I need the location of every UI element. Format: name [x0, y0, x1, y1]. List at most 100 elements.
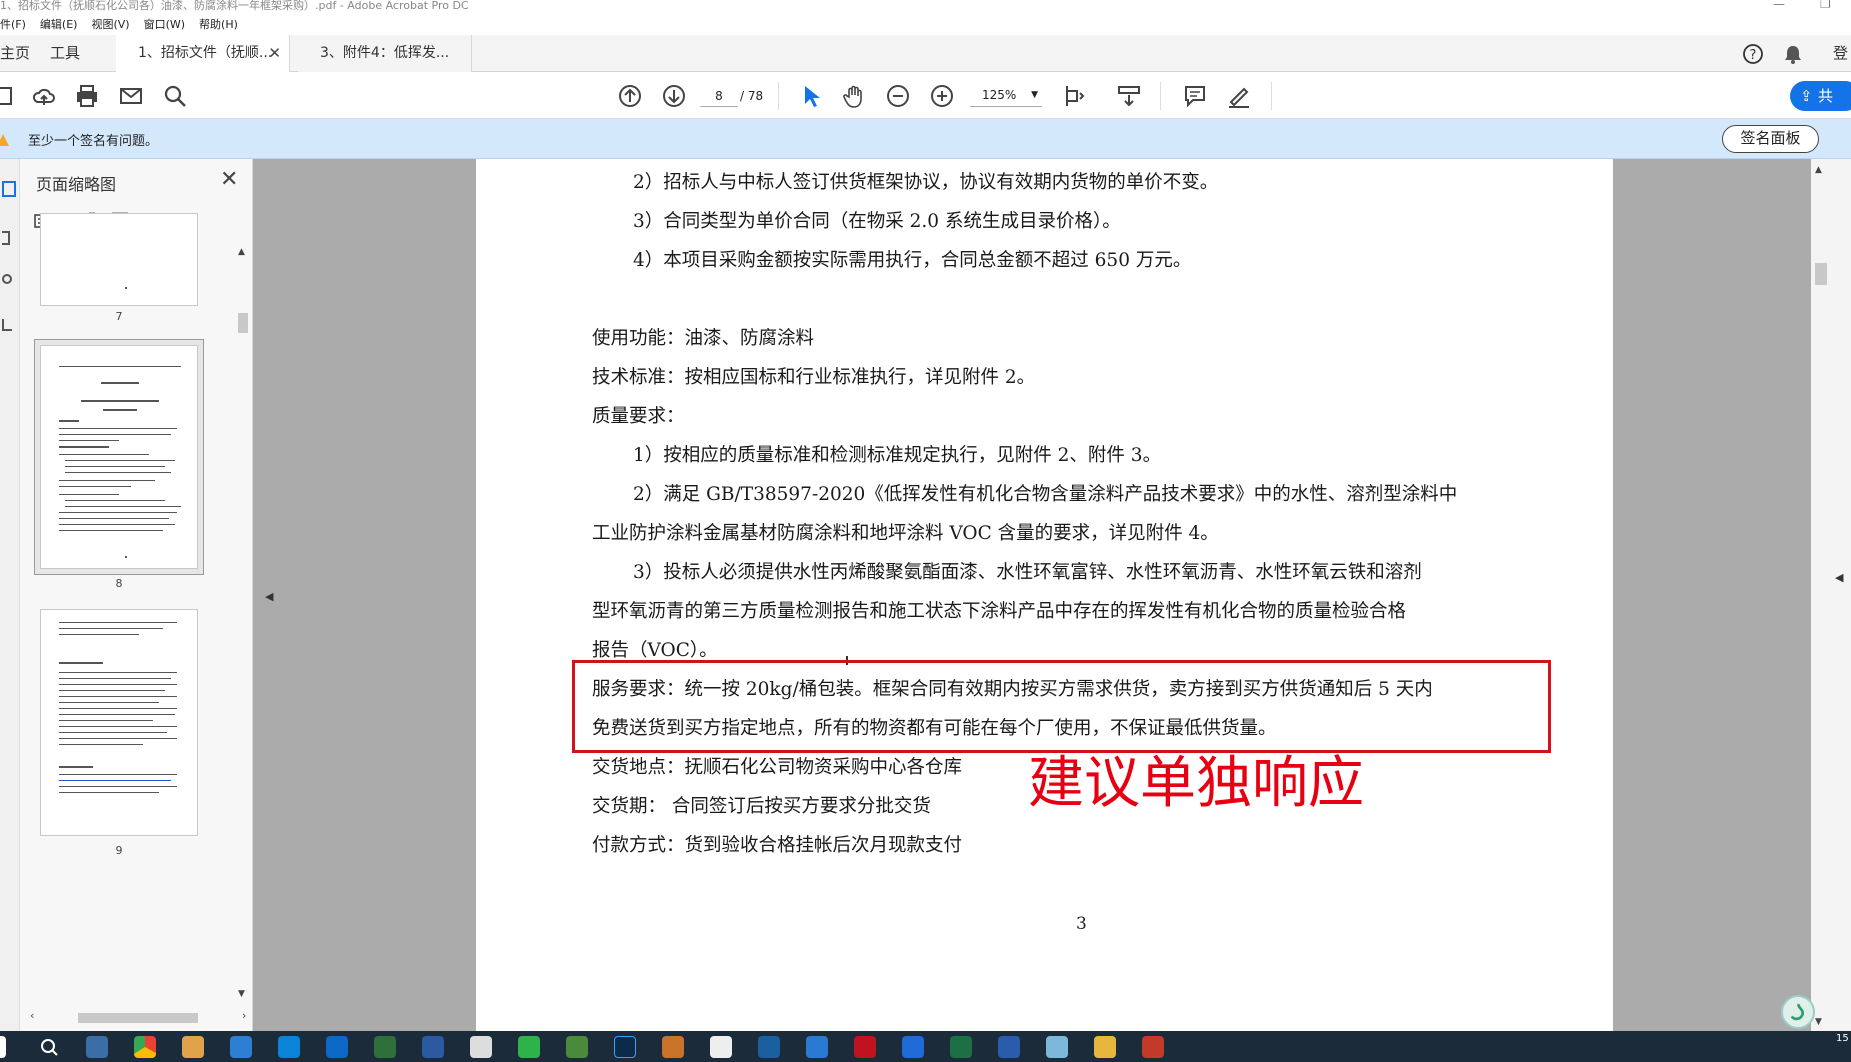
tab-document-2[interactable]: 3、附件4：低挥发... — [298, 35, 472, 72]
svg-text:?: ? — [1750, 48, 1757, 63]
word-icon[interactable] — [998, 1036, 1020, 1058]
toolbar-divider — [778, 82, 779, 110]
minimize-button[interactable]: — — [1773, 0, 1785, 10]
app-icon[interactable] — [422, 1036, 444, 1058]
select-cursor-icon[interactable] — [797, 83, 823, 109]
scroll-up-icon[interactable]: ▲ — [1815, 165, 1822, 175]
menu-window[interactable]: 窗口(W) — [144, 15, 185, 35]
photoshop-icon[interactable] — [614, 1036, 636, 1058]
expand-panel-icon[interactable]: ◀ — [1835, 571, 1843, 584]
print-icon[interactable] — [74, 83, 100, 109]
app-icon[interactable] — [566, 1036, 588, 1058]
signature-icon[interactable] — [2, 319, 12, 331]
doc-line: 1）按相应的质量标准和检测标准规定执行，见附件 2、附件 3。 — [633, 445, 1162, 466]
scroll-up-icon[interactable]: ▲ — [238, 247, 245, 257]
scrollbar-thumb[interactable] — [238, 313, 248, 333]
zoom-in-icon[interactable] — [929, 83, 955, 109]
start-icon[interactable] — [0, 1036, 6, 1058]
scrollbar-thumb[interactable] — [78, 1013, 198, 1023]
app-icon[interactable] — [806, 1036, 828, 1058]
menu-edit[interactable]: 编辑(E) — [40, 15, 78, 35]
qq-icon[interactable] — [710, 1036, 732, 1058]
zoom-select[interactable]: 125% ▼ — [970, 85, 1042, 107]
highlight-pen-icon[interactable] — [1226, 83, 1252, 109]
zoom-out-icon[interactable] — [885, 83, 911, 109]
scroll-down-icon[interactable]: ▼ — [238, 989, 245, 999]
signature-panel-button[interactable]: 签名面板 — [1722, 125, 1819, 153]
thumbnail-page-8[interactable] — [40, 345, 198, 569]
tab-bar: 主页 工具 1、招标文件（抚顺... ✕ 3、附件4：低挥发... ? 登 — [0, 35, 1851, 72]
previous-page-icon[interactable] — [617, 83, 643, 109]
scroll-right-icon[interactable]: › — [242, 1009, 246, 1022]
help-icon[interactable]: ? — [1742, 43, 1764, 65]
app-icon[interactable] — [470, 1036, 492, 1058]
assistant-icon[interactable] — [1781, 995, 1815, 1029]
menu-file[interactable]: 件(F) — [0, 15, 26, 35]
app-icon[interactable] — [1142, 1036, 1164, 1058]
bell-icon[interactable] — [1782, 43, 1804, 65]
share-icon: ⇪ — [1800, 87, 1813, 105]
app-icon[interactable] — [230, 1036, 252, 1058]
toolbar: 8 / 78 125% ▼ ⇪ 共 — [0, 72, 1851, 119]
tab-home[interactable]: 主页 — [0, 35, 40, 72]
page-thumbnails-icon[interactable] — [2, 181, 16, 197]
restore-button[interactable]: ❐ — [1820, 0, 1831, 10]
app-icon[interactable] — [326, 1036, 348, 1058]
thumbnail-page-number: 8 — [115, 577, 123, 590]
scroll-left-icon[interactable]: ‹ — [30, 1009, 34, 1022]
thumbnail-scrollbar[interactable]: ▲ ▼ — [236, 247, 250, 1002]
login-button[interactable]: 登 — [1833, 35, 1851, 72]
thumbnail-page-9[interactable] — [40, 609, 198, 836]
scroll-mode-icon[interactable] — [1116, 83, 1142, 109]
hand-tool-icon[interactable] — [841, 83, 867, 109]
zoom-value: 125% — [982, 88, 1017, 102]
document-scrollbar[interactable]: ▲ ◀ ▼ — [1781, 159, 1851, 1031]
thumbnail-page-7[interactable] — [40, 213, 198, 306]
fit-page-icon[interactable] — [1062, 83, 1088, 109]
bookmark-icon[interactable] — [2, 231, 10, 245]
thumbnail-page-number: 9 — [115, 844, 123, 857]
scrollbar-thumb[interactable] — [1815, 263, 1827, 285]
next-page-icon[interactable] — [661, 83, 687, 109]
collapse-panel-icon[interactable]: ◀ — [265, 590, 273, 603]
comment-icon[interactable] — [1182, 83, 1208, 109]
doc-line: 工业防护涂料金属基材防腐涂料和地坪涂料 VOC 含量的要求，详见附件 4。 — [592, 523, 1219, 544]
search-icon[interactable] — [38, 1036, 60, 1058]
doc-line: 2）招标人与中标人签订供货框架协议，协议有效期内货物的单价不变。 — [633, 172, 1219, 193]
window-title: 1、招标文件（抚顺石化公司各）油漆、防腐涂料一年框架采购）.pdf - Adob… — [0, 0, 469, 12]
doc-line: 型环氧沥青的第三方质量检测报告和施工状态下涂料产品中存在的挥发性有机化合物的质量… — [592, 601, 1407, 622]
search-icon[interactable] — [162, 83, 188, 109]
save-icon[interactable] — [0, 83, 16, 109]
menu-help[interactable]: 帮助(H) — [199, 15, 238, 35]
doc-line: 3）投标人必须提供水性丙烯酸聚氨酯面漆、水性环氧富锌、水性环氧沥青、水性环氧云铁… — [633, 562, 1422, 583]
thumbnail-panel-title: 页面缩略图 — [36, 175, 117, 194]
chrome-icon[interactable] — [134, 1036, 156, 1058]
photos-icon[interactable] — [182, 1036, 204, 1058]
acrobat-icon[interactable] — [854, 1036, 876, 1058]
calculator-icon[interactable] — [86, 1036, 108, 1058]
app-icon[interactable] — [1046, 1036, 1068, 1058]
scroll-down-icon[interactable]: ▼ — [1815, 1017, 1822, 1027]
tab-tools[interactable]: 工具 — [50, 35, 110, 72]
wechat-icon[interactable] — [518, 1036, 540, 1058]
app-icon[interactable] — [662, 1036, 684, 1058]
horizontal-scrollbar[interactable]: ‹ › — [30, 1007, 250, 1027]
close-icon[interactable]: ✕ — [220, 167, 238, 192]
app-icon[interactable] — [278, 1036, 300, 1058]
app-icon[interactable] — [758, 1036, 780, 1058]
tab-document-1[interactable]: 1、招标文件（抚顺... ✕ — [116, 35, 290, 72]
tab-close-icon[interactable]: ✕ — [268, 35, 281, 72]
cloud-upload-icon[interactable] — [31, 83, 57, 109]
menu-view[interactable]: 视图(V) — [91, 15, 129, 35]
doc-line: 付款方式：货到验收合格挂帐后次月现款支付 — [592, 835, 963, 856]
email-icon[interactable] — [118, 83, 144, 109]
attachment-icon[interactable] — [2, 274, 12, 284]
excel-icon[interactable] — [950, 1036, 972, 1058]
page-number-input[interactable]: 8 — [700, 85, 738, 107]
app-icon[interactable] — [374, 1036, 396, 1058]
file-explorer-icon[interactable] — [1094, 1036, 1116, 1058]
menu-bar: 件(F) 编辑(E) 视图(V) 窗口(W) 帮助(H) — [0, 15, 1851, 35]
app-icon[interactable] — [902, 1036, 924, 1058]
doc-line: 交货地点：抚顺石化公司物资采购中心各仓库 — [592, 757, 963, 778]
share-button[interactable]: ⇪ 共 — [1790, 81, 1851, 111]
